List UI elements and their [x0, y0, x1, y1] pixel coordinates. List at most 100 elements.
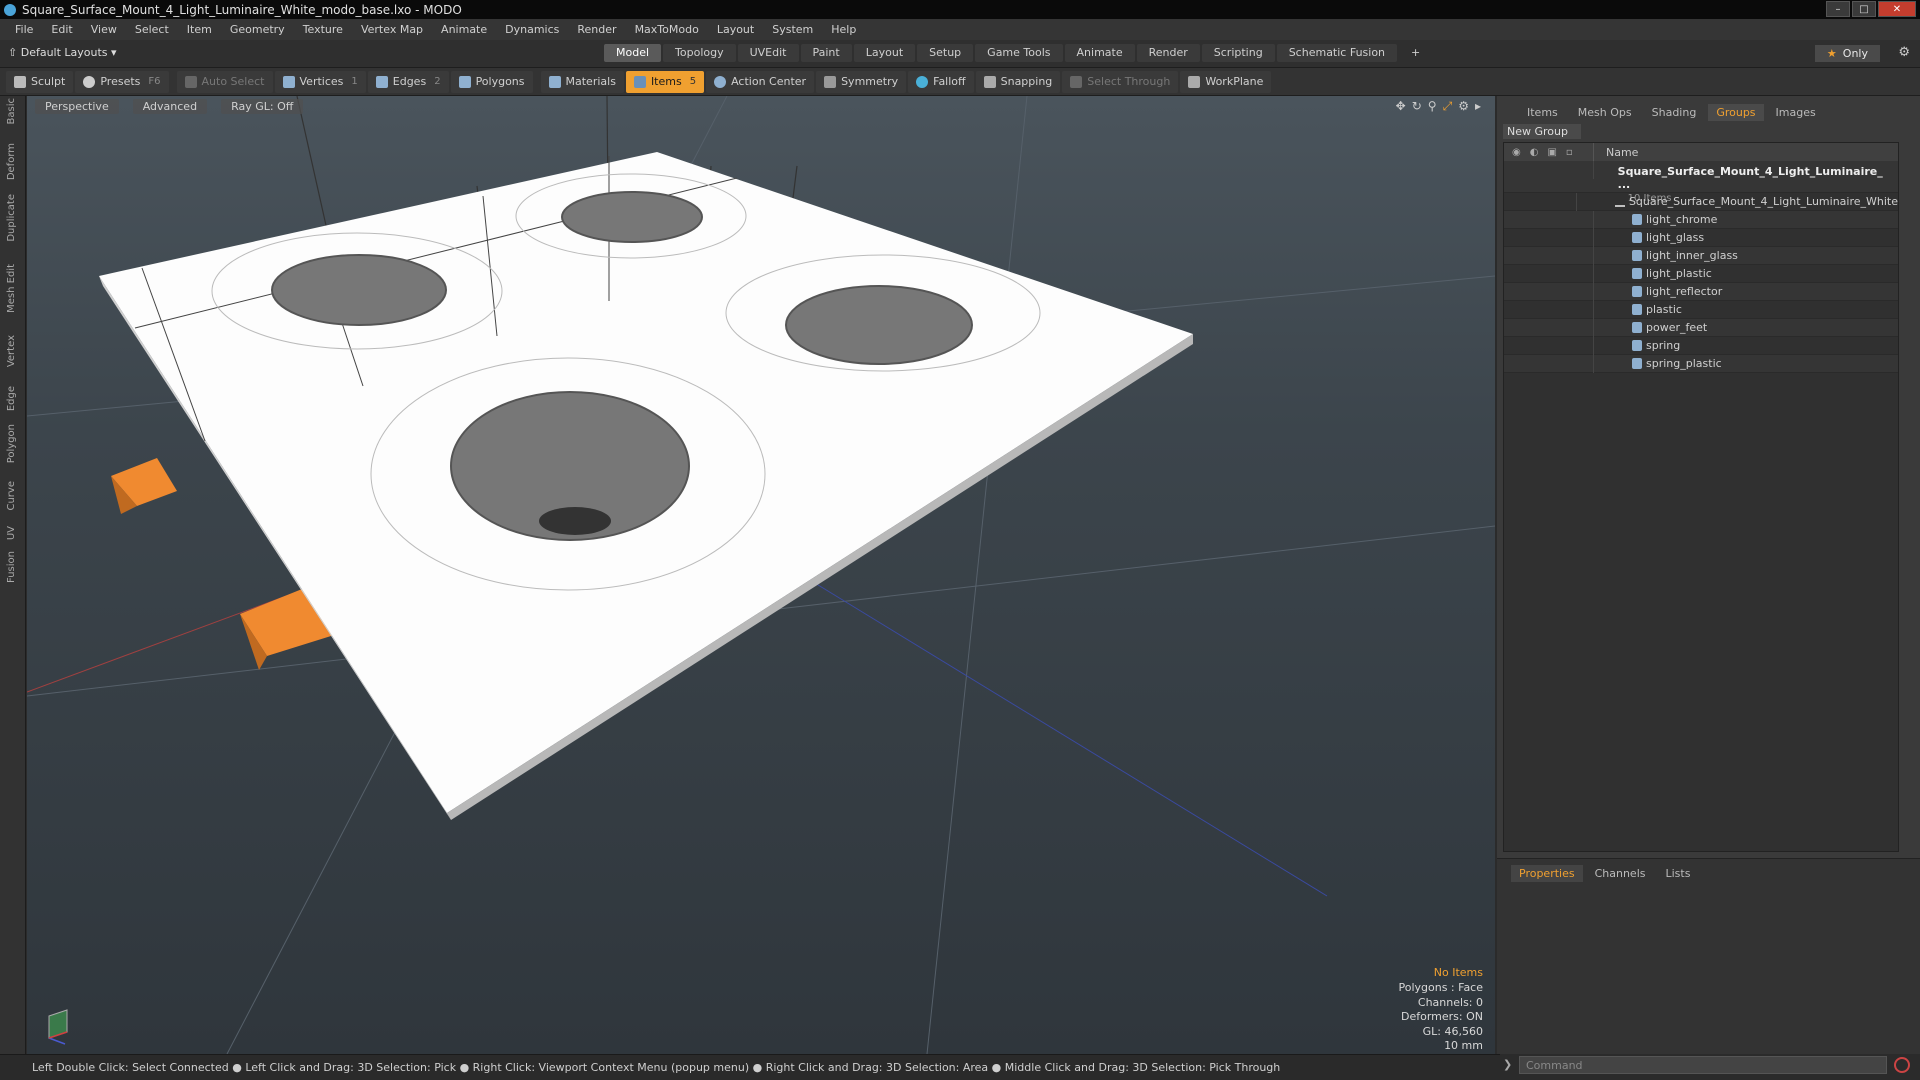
tab-schematic-fusion[interactable]: Schematic Fusion [1276, 44, 1398, 62]
group-item-row[interactable]: light_inner_glass [1504, 246, 1898, 265]
fit-view-icon[interactable]: ⤢ [1443, 99, 1453, 114]
polygons-button[interactable]: Polygons [450, 70, 533, 93]
tab-paint[interactable]: Paint [800, 44, 852, 62]
group-item-row[interactable]: light_glass [1504, 228, 1898, 247]
tab-setup[interactable]: Setup [917, 44, 974, 62]
symmetry-button[interactable]: Symmetry [816, 70, 907, 93]
menu-animate[interactable]: Animate [432, 23, 496, 36]
command-input[interactable]: Command [1519, 1056, 1887, 1074]
menu-layout[interactable]: Layout [708, 23, 763, 36]
group-item-name: light_inner_glass [1646, 249, 1738, 262]
expand-arrow-icon[interactable]: ▸ [1475, 99, 1481, 114]
props-tab-lists[interactable]: Lists [1658, 865, 1699, 882]
left-tab-edge[interactable]: Edge [6, 386, 17, 411]
menu-item[interactable]: Item [178, 23, 221, 36]
rp-tab-groups[interactable]: Groups [1708, 103, 1764, 121]
minimize-icon[interactable]: – [1826, 1, 1850, 17]
status-bar: Left Double Click: Select Connected ● Le… [0, 1054, 1500, 1080]
tab-render[interactable]: Render [1136, 44, 1200, 62]
only-toggle[interactable]: ★ Only [1814, 45, 1880, 62]
sculpt-button[interactable]: Sculpt [6, 70, 74, 93]
main-toolbar: Sculpt Presets F6 Auto Select Vertices 1 E… [0, 68, 1920, 96]
props-tab-properties[interactable]: Properties [1511, 865, 1583, 882]
left-tab-fusion[interactable]: Fusion [6, 551, 17, 583]
scene-render [27, 96, 1495, 1054]
tab-model[interactable]: Model [604, 44, 662, 62]
command-arrow-icon[interactable]: ❯ [1503, 1058, 1512, 1071]
rp-tab-items[interactable]: Items [1519, 104, 1566, 121]
rp-tab-images[interactable]: Images [1768, 104, 1824, 121]
zoom-view-icon[interactable]: ⚲ [1428, 99, 1437, 114]
menu-maxtomodo[interactable]: MaxToModo [626, 23, 708, 36]
tab-animate[interactable]: Animate [1064, 44, 1135, 62]
group-item-row[interactable]: power_feet [1504, 318, 1898, 337]
visibility-eye-icon[interactable]: ◉ [1512, 147, 1521, 158]
select-through-button[interactable]: Select Through [1062, 70, 1179, 93]
menu-render[interactable]: Render [568, 23, 625, 36]
vertices-button[interactable]: Vertices 1 [274, 70, 366, 93]
select-icon[interactable]: ▫ [1566, 147, 1573, 158]
workplane-button[interactable]: WorkPlane [1180, 70, 1272, 93]
rp-tab-mesh-ops[interactable]: Mesh Ops [1570, 104, 1640, 121]
raygl-button[interactable]: Ray GL: Off [221, 98, 304, 114]
maximize-icon[interactable]: □ [1852, 1, 1876, 17]
viewport-settings-icon[interactable]: ⚙ [1458, 99, 1469, 114]
rotate-view-icon[interactable]: ↻ [1412, 99, 1422, 114]
left-tab-uv[interactable]: UV [6, 526, 17, 540]
group-item-row[interactable]: spring [1504, 336, 1898, 355]
group-item-row[interactable]: light_plastic [1504, 264, 1898, 283]
tab-topology[interactable]: Topology [663, 44, 736, 62]
perspective-button[interactable]: Perspective [35, 98, 119, 114]
add-tab-icon[interactable]: + [1399, 44, 1432, 62]
group-item-row[interactable]: light_reflector [1504, 282, 1898, 301]
lock-icon[interactable]: ▣ [1547, 147, 1556, 158]
materials-button[interactable]: Materials [540, 70, 624, 93]
new-group-button[interactable]: New Group [1503, 124, 1581, 139]
rp-tab-shading[interactable]: Shading [1644, 104, 1705, 121]
move-view-icon[interactable]: ✥ [1396, 99, 1406, 114]
render-icon[interactable]: ◐ [1530, 147, 1539, 158]
default-layouts-dropdown[interactable]: ⇧ Default Layouts ▾ [8, 46, 117, 59]
edges-button[interactable]: Edges 2 [367, 70, 449, 93]
menu-vertex-map[interactable]: Vertex Map [352, 23, 432, 36]
tab-uvedit[interactable]: UVEdit [737, 44, 799, 62]
gear-icon[interactable]: ⚙ [1898, 45, 1910, 60]
items-button[interactable]: Items 5 [625, 70, 705, 93]
presets-button[interactable]: Presets F6 [75, 70, 169, 93]
menu-dynamics[interactable]: Dynamics [496, 23, 568, 36]
left-tab-mesh-edit[interactable]: Mesh Edit [6, 264, 17, 313]
action-center-button[interactable]: Action Center [706, 70, 815, 93]
close-icon[interactable]: ✕ [1878, 1, 1916, 17]
group-item-row[interactable]: spring_plastic [1504, 354, 1898, 373]
menu-edit[interactable]: Edit [42, 23, 81, 36]
menu-select[interactable]: Select [126, 23, 178, 36]
left-tab-basic[interactable]: Basic [6, 98, 17, 124]
tab-layout[interactable]: Layout [853, 44, 916, 62]
menu-file[interactable]: File [6, 23, 42, 36]
advanced-button[interactable]: Advanced [132, 98, 208, 114]
menu-system[interactable]: System [763, 23, 822, 36]
command-history-icon[interactable] [1894, 1057, 1910, 1073]
left-tab-vertex[interactable]: Vertex [6, 335, 17, 367]
left-tab-curve[interactable]: Curve [6, 481, 17, 511]
auto-select-button[interactable]: Auto Select [176, 70, 273, 93]
name-column-header[interactable]: Name [1594, 146, 1638, 159]
group-item-row[interactable]: light_chrome [1504, 210, 1898, 229]
tab-game-tools[interactable]: Game Tools [975, 44, 1063, 62]
left-tab-duplicate[interactable]: Duplicate [6, 194, 17, 242]
group-item-name: Square_Surface_Mount_4_Light_Luminaire_W… [1628, 195, 1898, 208]
3d-viewport[interactable]: Perspective Advanced Ray GL: Off ✥ ↻ ⚲ ⤢… [27, 96, 1495, 1054]
tab-scripting[interactable]: Scripting [1201, 44, 1275, 62]
snapping-button[interactable]: Snapping [975, 70, 1061, 93]
group-item-row[interactable]: Square_Surface_Mount_4_Light_Luminaire_W… [1504, 192, 1898, 211]
left-tab-polygon[interactable]: Polygon [6, 424, 17, 463]
group-item-row[interactable]: plastic [1504, 300, 1898, 319]
falloff-button[interactable]: Falloff [908, 70, 974, 93]
props-tab-channels[interactable]: Channels [1587, 865, 1654, 882]
menu-help[interactable]: Help [822, 23, 865, 36]
menu-geometry[interactable]: Geometry [221, 23, 294, 36]
left-tab-deform[interactable]: Deform [6, 143, 17, 180]
menu-texture[interactable]: Texture [294, 23, 352, 36]
group-root-row[interactable]: Square_Surface_Mount_4_Light_Luminaire_ … [1504, 161, 1898, 204]
menu-view[interactable]: View [82, 23, 126, 36]
